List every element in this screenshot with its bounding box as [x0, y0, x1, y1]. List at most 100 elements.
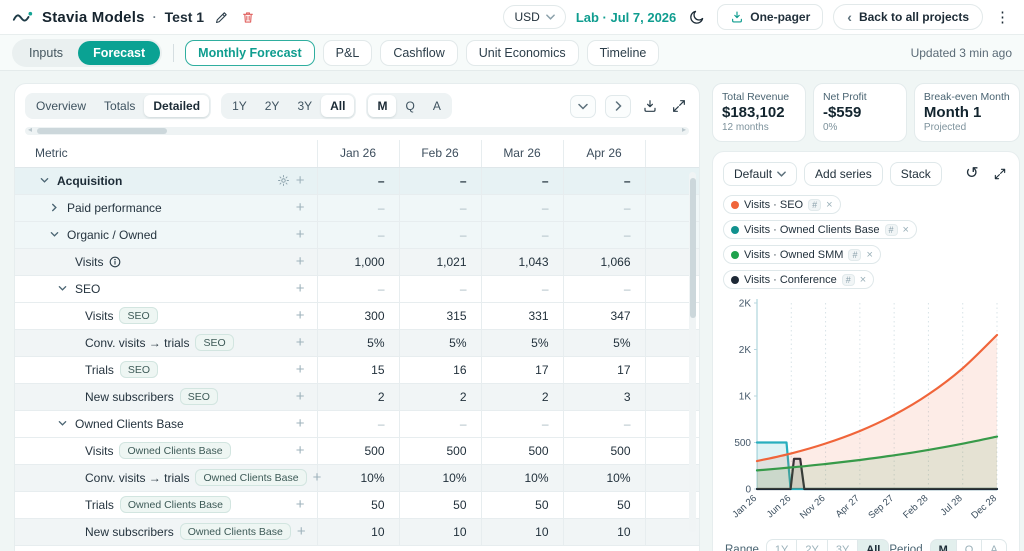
horizontal-scroll-thumb[interactable]: [37, 128, 167, 134]
dark-mode-toggle[interactable]: [686, 7, 707, 28]
info-icon[interactable]: [109, 256, 121, 268]
legend-chip[interactable]: Visits · Owned SMM # ×: [723, 245, 881, 264]
one-pager-button[interactable]: One-pager: [717, 4, 824, 30]
series-number-toggle[interactable]: #: [884, 223, 898, 236]
add-metric-icon[interactable]: +: [296, 173, 305, 188]
add-metric-icon[interactable]: +: [296, 200, 305, 215]
chevron-left-icon: ‹: [847, 9, 852, 25]
chart-range-2y[interactable]: 2Y: [797, 539, 828, 551]
add-metric-icon[interactable]: +: [296, 254, 305, 269]
add-metric-icon[interactable]: +: [296, 389, 305, 404]
expand-chart-button[interactable]: [991, 165, 1009, 183]
metric-label: New subscribers: [85, 389, 174, 404]
table-range-all[interactable]: All: [321, 95, 355, 117]
more-menu-button[interactable]: ⋮: [993, 6, 1012, 28]
subtab-unit-economics[interactable]: Unit Economics: [465, 39, 579, 66]
chevron-down-icon: [546, 14, 555, 20]
currency-select[interactable]: USD: [503, 5, 566, 29]
kpi-card: Break-even Month Month 1 Projected: [913, 83, 1020, 142]
table-period-m[interactable]: M: [368, 95, 397, 117]
value-cell: 10%: [316, 464, 399, 492]
add-metric-icon[interactable]: +: [296, 227, 305, 242]
collapse-all-button[interactable]: [570, 94, 596, 118]
row-expand-chevron-icon[interactable]: [47, 203, 61, 212]
table-range-2y[interactable]: 2Y: [256, 95, 289, 117]
chart-period-a[interactable]: A: [982, 539, 1007, 551]
tab-inputs[interactable]: Inputs: [14, 41, 78, 65]
add-metric-icon[interactable]: +: [296, 416, 305, 431]
value-cell: 500: [562, 437, 645, 465]
legend-chip[interactable]: Visits · Conference # ×: [723, 270, 875, 289]
legend-chip[interactable]: Visits · SEO # ×: [723, 195, 841, 214]
subtab-p-l[interactable]: P&L: [322, 39, 373, 66]
add-metric-icon[interactable]: +: [296, 443, 305, 458]
subtab-cashflow[interactable]: Cashflow: [380, 39, 458, 66]
table-range-3y[interactable]: 3Y: [288, 95, 321, 117]
edit-project-button[interactable]: [212, 8, 231, 27]
view-overview[interactable]: Overview: [27, 95, 95, 117]
value-cell: –: [562, 194, 645, 222]
view-toggle: Overview Totals Detailed: [25, 93, 212, 119]
add-metric-icon[interactable]: +: [297, 524, 306, 539]
row-collapse-chevron-icon[interactable]: [55, 419, 69, 428]
view-detailed[interactable]: Detailed: [144, 95, 210, 117]
legend-chip[interactable]: Visits · Owned Clients Base # ×: [723, 220, 917, 239]
scroll-right-arrow-icon[interactable]: ▸: [682, 125, 686, 134]
table-row: Visits Owned Clients Base +500 500 500 500: [15, 437, 699, 465]
kebab-icon: ⋮: [995, 9, 1010, 26]
col-month: Jan 26: [316, 140, 399, 168]
chart-preset-select[interactable]: Default: [723, 162, 798, 186]
series-number-toggle[interactable]: #: [841, 273, 855, 286]
chart-range-1y[interactable]: 1Y: [765, 539, 798, 551]
remove-series-icon[interactable]: ×: [866, 249, 872, 261]
row-collapse-chevron-icon[interactable]: [37, 176, 51, 185]
remove-series-icon[interactable]: ×: [903, 224, 909, 236]
add-metric-icon[interactable]: +: [296, 335, 305, 350]
app-title: Stavia Models: [42, 8, 145, 26]
table-range-1y[interactable]: 1Y: [223, 95, 256, 117]
chart-period-m[interactable]: M: [929, 539, 957, 551]
add-metric-icon[interactable]: +: [296, 281, 305, 296]
vertical-scroll-thumb[interactable]: [689, 178, 696, 318]
row-collapse-chevron-icon[interactable]: [55, 284, 69, 293]
table-period-q[interactable]: Q: [396, 95, 423, 117]
add-metric-icon[interactable]: +: [296, 308, 305, 323]
add-series-button[interactable]: Add series: [804, 162, 883, 186]
remove-series-icon[interactable]: ×: [826, 199, 832, 211]
chart-period-q[interactable]: Q: [956, 539, 983, 551]
stack-button[interactable]: Stack: [889, 162, 942, 186]
add-metric-icon[interactable]: +: [296, 362, 305, 377]
tab-forecast[interactable]: Forecast: [78, 40, 161, 65]
vertical-scrollbar[interactable]: [689, 172, 696, 532]
add-metric-icon[interactable]: +: [296, 497, 305, 512]
reset-chart-icon[interactable]: ↺: [965, 166, 978, 182]
kpi-card: Net Profit -$559 0%: [812, 83, 907, 142]
subtab-monthly-forecast[interactable]: Monthly Forecast: [185, 39, 315, 66]
horizontal-scrollbar[interactable]: ◂ ▸: [25, 125, 689, 135]
metric-label: Conv. visits → trials: [85, 335, 190, 350]
chart-range-3y[interactable]: 3Y: [827, 539, 859, 551]
export-table-button[interactable]: [640, 96, 660, 116]
value-cell: 50: [562, 491, 645, 519]
expand-table-button[interactable]: [669, 96, 689, 116]
view-totals[interactable]: Totals: [95, 95, 144, 117]
value-cell: 5%: [480, 329, 563, 357]
chart-range-all[interactable]: All: [858, 539, 890, 551]
add-metric-icon[interactable]: +: [313, 470, 322, 485]
svg-text:Apr 27: Apr 27: [834, 493, 862, 520]
currency-value: USD: [514, 10, 540, 24]
value-cell: 10: [562, 518, 645, 546]
row-collapse-chevron-icon[interactable]: [47, 230, 61, 239]
scroll-left-arrow-icon[interactable]: ◂: [28, 125, 32, 134]
series-number-toggle[interactable]: #: [808, 198, 822, 211]
remove-series-icon[interactable]: ×: [860, 274, 866, 286]
series-number-toggle[interactable]: #: [848, 248, 862, 261]
gear-icon[interactable]: [277, 174, 290, 187]
metrics-table: Metric Jan 26 Feb 26 Mar 26 Apr 26 Acquisiti…: [15, 140, 699, 546]
table-period-a[interactable]: A: [424, 95, 450, 117]
subtab-timeline[interactable]: Timeline: [586, 39, 660, 66]
step-forward-button[interactable]: [605, 94, 631, 118]
value-cell: –: [480, 221, 563, 249]
back-to-projects-button[interactable]: ‹ Back to all projects: [833, 4, 983, 30]
delete-project-button[interactable]: [239, 8, 257, 27]
